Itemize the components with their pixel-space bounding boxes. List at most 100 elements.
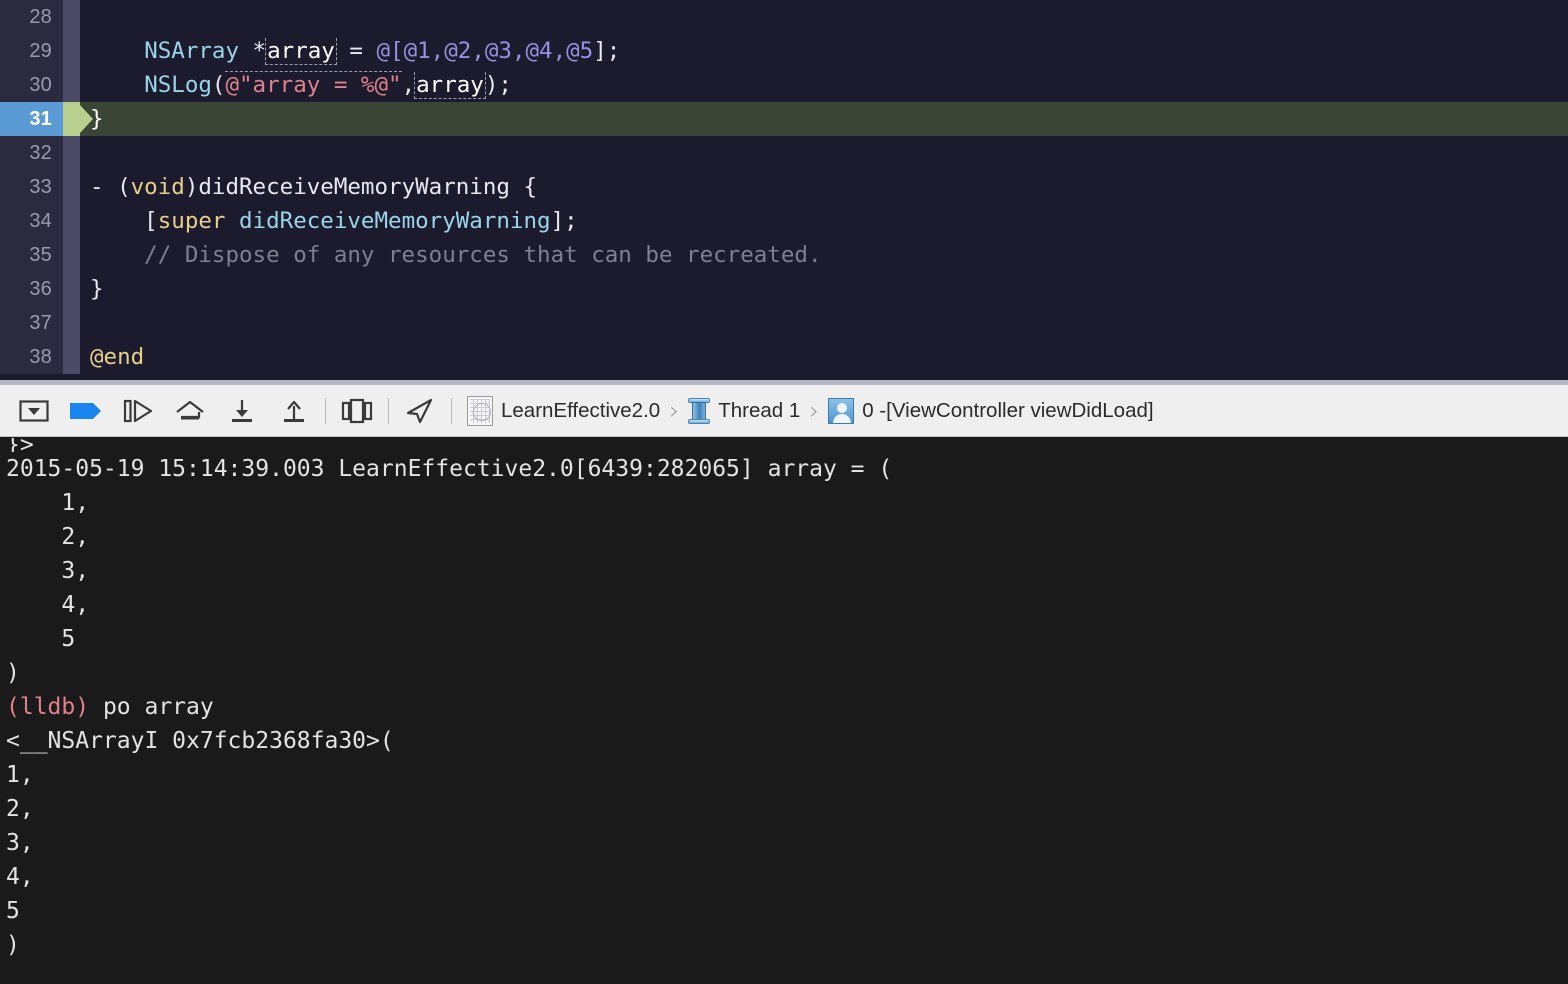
code-token: @"array = %@" — [225, 71, 402, 98]
breadcrumb-process[interactable]: LearnEffective2.0 — [463, 395, 664, 426]
current-line-indicator — [63, 102, 93, 136]
console-text: 2, — [6, 796, 34, 822]
thread-spool-icon — [688, 397, 711, 424]
code-text[interactable]: NSArray *array = @[@1,@2,@3,@4,@5]; — [80, 34, 1568, 68]
code-token: void — [130, 174, 185, 200]
console-output-line: 3, — [6, 554, 1568, 588]
code-text[interactable] — [80, 306, 1568, 340]
console-output-line: 2015-05-19 15:14:39.003 LearnEffective2.… — [6, 452, 1568, 486]
console-output-line: ) — [6, 656, 1568, 690]
code-token: NSLog — [144, 72, 212, 98]
fold-ribbon — [63, 136, 80, 170]
xcode-debug-window: 28 29 NSArray *array = @[@1,@2,@3,@4,@5];… — [0, 0, 1568, 984]
code-rows[interactable]: 28 29 NSArray *array = @[@1,@2,@3,@4,@5];… — [0, 0, 1568, 374]
code-token: )didReceiveMemoryWarning { — [184, 174, 538, 200]
code-token: , — [471, 38, 485, 64]
code-line[interactable]: 28 — [0, 0, 1568, 34]
code-token: ( — [211, 72, 226, 98]
code-text[interactable]: NSLog(@"array = %@",array); — [80, 68, 1568, 102]
chevron-right-icon: › — [669, 396, 680, 425]
fold-ribbon — [63, 68, 80, 102]
code-token: super — [157, 208, 226, 234]
code-token: @3 — [484, 38, 512, 64]
code-line[interactable]: 31} — [0, 102, 1568, 136]
line-number[interactable]: 36 — [0, 272, 63, 306]
breadcrumb-frame-label: 0 -[ViewController viewDidLoad] — [862, 398, 1154, 422]
fold-ribbon — [63, 340, 80, 374]
lldb-prompt: (lldb) — [6, 694, 103, 720]
code-token: NSArray — [144, 38, 240, 64]
code-token: , — [552, 38, 567, 64]
line-number[interactable]: 38 — [0, 340, 63, 374]
fold-ribbon — [63, 306, 80, 340]
source-editor[interactable]: 28 29 NSArray *array = @[@1,@2,@3,@4,@5];… — [0, 0, 1568, 380]
line-number[interactable]: 29 — [0, 34, 63, 68]
code-line[interactable]: 38 @end — [0, 340, 1568, 374]
project-icon — [467, 395, 493, 426]
code-token: , — [430, 38, 445, 64]
console-output-line: 4, — [6, 588, 1568, 622]
code-line[interactable]: 32 — [0, 136, 1568, 170]
continue-program-icon[interactable] — [112, 389, 164, 433]
code-line[interactable]: 35 // Dispose of any resources that can … — [0, 238, 1568, 272]
step-out-icon[interactable] — [268, 389, 320, 433]
simulate-location-icon[interactable] — [394, 389, 446, 433]
code-line[interactable]: 33 - (void)didReceiveMemoryWarning { — [0, 170, 1568, 204]
hide-debug-area-icon[interactable] — [8, 389, 60, 433]
line-number[interactable]: 31 — [0, 102, 63, 136]
toolbar-divider — [451, 397, 452, 424]
console-text: 5 — [6, 626, 76, 652]
step-into-icon[interactable] — [216, 389, 268, 433]
line-number[interactable]: 34 — [0, 204, 63, 238]
code-token: ]; — [593, 38, 621, 64]
console-text: }> — [6, 438, 34, 452]
line-number[interactable]: 35 — [0, 238, 63, 272]
console-output-line: 1, — [6, 486, 1568, 520]
code-text[interactable]: } — [80, 102, 1568, 136]
stack-frame-person-icon — [828, 397, 855, 424]
console-text: ) — [6, 932, 20, 958]
line-number[interactable]: 30 — [0, 68, 63, 102]
console-text: 4, — [6, 864, 34, 890]
code-token: @5 — [566, 38, 594, 64]
debug-controls — [0, 389, 457, 433]
code-text[interactable] — [80, 136, 1568, 170]
line-number[interactable]: 32 — [0, 136, 63, 170]
code-token: = — [335, 38, 377, 64]
code-text[interactable]: - (void)didReceiveMemoryWarning { — [80, 170, 1568, 204]
fold-ribbon — [63, 204, 80, 238]
code-token: didReceiveMemoryWarning — [239, 208, 551, 234]
line-number[interactable]: 28 — [0, 0, 63, 34]
code-text[interactable] — [80, 0, 1568, 34]
breadcrumb: LearnEffective2.0 › Thread 1 › 0 -[ViewC… — [463, 395, 1158, 426]
breadcrumb-frame[interactable]: 0 -[ViewController viewDidLoad] — [824, 397, 1157, 424]
code-token: array — [414, 72, 486, 99]
console-text: 1, — [6, 490, 90, 516]
breadcrumb-thread-label: Thread 1 — [718, 398, 801, 422]
code-line[interactable]: 34 [super didReceiveMemoryWarning]; — [0, 204, 1568, 238]
fold-ribbon — [63, 238, 80, 272]
code-line[interactable]: 37 — [0, 306, 1568, 340]
breakpoints-toggle-icon[interactable] — [60, 389, 112, 433]
console-text: po array — [102, 694, 214, 720]
debug-console[interactable]: }> 2015-05-19 15:14:39.003 LearnEffective… — [0, 438, 1568, 984]
breadcrumb-thread[interactable]: Thread 1 — [684, 397, 804, 424]
code-token: } — [90, 276, 104, 302]
console-text: 2, — [6, 524, 90, 550]
code-token: , — [511, 38, 526, 64]
code-line[interactable]: 30 NSLog(@"array = %@",array); — [0, 68, 1568, 102]
code-line[interactable]: 29 NSArray *array = @[@1,@2,@3,@4,@5]; — [0, 34, 1568, 68]
code-line[interactable]: 36} — [0, 272, 1568, 306]
code-token: @2 — [444, 38, 472, 64]
line-number[interactable]: 33 — [0, 170, 63, 204]
code-text[interactable]: [super didReceiveMemoryWarning]; — [80, 204, 1568, 238]
step-over-icon[interactable] — [164, 389, 216, 433]
view-debugging-icon[interactable] — [331, 389, 383, 433]
console-output-line: ) — [6, 928, 1568, 962]
line-number[interactable]: 37 — [0, 306, 63, 340]
code-text[interactable]: // Dispose of any resources that can be … — [80, 238, 1568, 272]
code-token: * — [239, 38, 267, 64]
code-text[interactable]: } — [80, 272, 1568, 306]
code-text[interactable]: @end — [80, 340, 1568, 374]
code-token: - ( — [90, 174, 131, 200]
